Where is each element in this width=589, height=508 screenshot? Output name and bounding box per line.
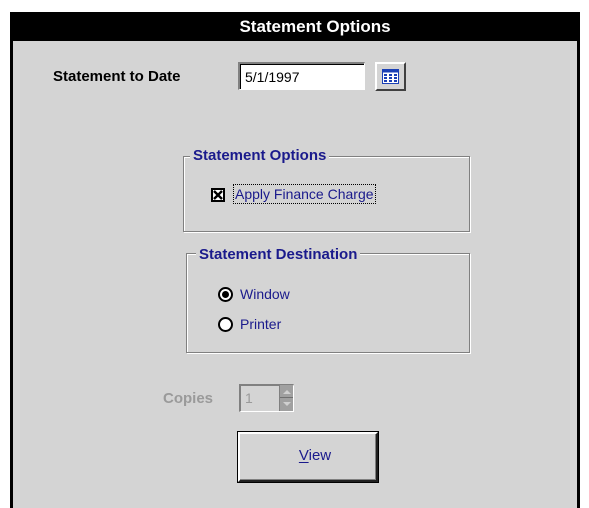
- statement-destination-group: [186, 253, 470, 353]
- copies-spinner[interactable]: [279, 385, 293, 411]
- spinner-up-icon[interactable]: [280, 385, 293, 398]
- printer-radio-label[interactable]: Printer: [240, 316, 281, 332]
- view-accelerator-letter: V: [298, 447, 309, 464]
- statement-date-field[interactable]: 5/1/1997: [238, 62, 365, 90]
- spinner-down-icon[interactable]: [280, 398, 293, 410]
- apply-finance-charge-checkbox[interactable]: [211, 188, 225, 202]
- apply-finance-charge-label[interactable]: Apply Finance Charge: [233, 184, 376, 204]
- window-radio[interactable]: [218, 287, 233, 302]
- printer-radio[interactable]: [218, 317, 233, 332]
- statement-date-value: 5/1/1997: [245, 69, 300, 85]
- view-button[interactable]: View: [237, 431, 379, 483]
- view-button-label: View: [298, 447, 332, 464]
- title-bar: Statement Options: [13, 12, 577, 41]
- copies-value: 1: [245, 390, 253, 406]
- calendar-icon: [382, 69, 399, 84]
- checkmark-x-icon: [213, 190, 223, 200]
- window-radio-label[interactable]: Window: [240, 286, 290, 302]
- statement-date-label: Statement to Date: [53, 68, 181, 85]
- statement-destination-group-title: Statement Destination: [196, 246, 361, 263]
- copies-label: Copies: [163, 390, 214, 407]
- statement-options-group-title: Statement Options: [190, 147, 330, 164]
- statement-options-window: Statement Options Statement to Date 5/1/…: [10, 12, 580, 508]
- window-title: Statement Options: [239, 17, 391, 36]
- radio-selected-dot: [222, 291, 229, 298]
- calendar-button[interactable]: [375, 62, 406, 91]
